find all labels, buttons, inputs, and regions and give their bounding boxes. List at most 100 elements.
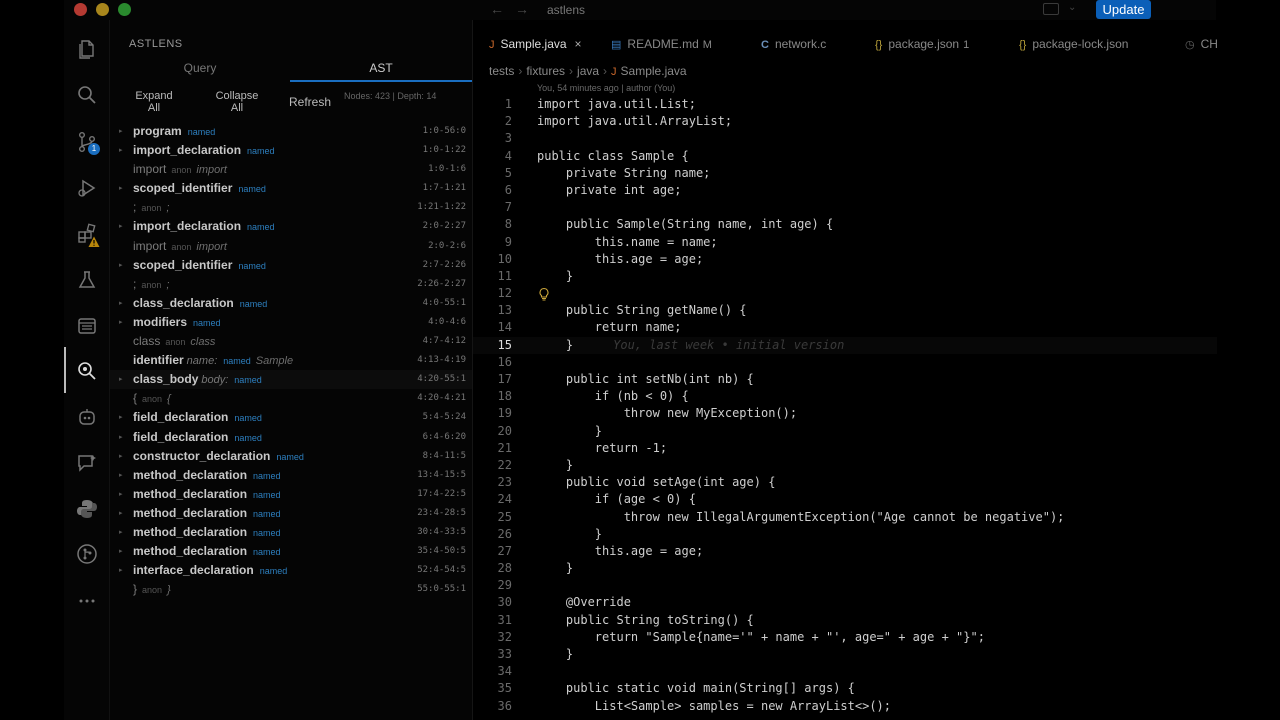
code-line[interactable]: 12 [473,285,1217,302]
code-line[interactable]: 5 private String name; [473,165,1217,182]
chevron-right-icon[interactable]: ▸ [119,542,123,561]
chevron-right-icon[interactable]: ▸ [119,408,123,427]
code-line[interactable]: 15 } You, last week • initial version [473,336,1217,354]
more-icon[interactable] [76,590,98,612]
ast-node-row[interactable]: ▸ field_declaration named 5:4-5:24 [110,408,472,427]
tab-package-json[interactable]: {} package.json 1 [875,32,969,56]
tab-readme[interactable]: ▤ README.md M [611,32,712,56]
git-graph-icon[interactable] [76,543,98,565]
code-line[interactable]: 17 public int setNb(int nb) { [473,371,1217,388]
code-line[interactable]: 8 public Sample(String name, int age) { [473,216,1217,233]
astlens-icon[interactable] [76,360,98,382]
code-area[interactable]: 1 import java.util.List; 2 import java.util… [473,96,1217,715]
chevron-right-icon[interactable]: ▸ [119,447,123,466]
ast-node-row[interactable]: ; anon; 1:21-1:22 [110,198,472,217]
ast-node-row[interactable]: ▸ modifiers named 4:0-4:6 [110,313,472,332]
code-line[interactable]: 16 [473,354,1217,371]
code-line[interactable]: 32 return "Sample{name='" + name + "', a… [473,629,1217,646]
chevron-right-icon[interactable]: ▸ [119,179,123,198]
chevron-right-icon[interactable]: ▸ [119,294,123,313]
chat-icon[interactable] [76,452,98,474]
code-line[interactable]: 7 [473,199,1217,216]
ast-node-row[interactable]: ▸ method_declaration named 35:4-50:5 [110,542,472,561]
breadcrumb-item[interactable]: fixtures [526,64,565,78]
window-title[interactable]: astlens [547,3,585,17]
ast-node-row[interactable]: import anon import 1:0-1:6 [110,160,472,179]
chevron-right-icon[interactable]: ▸ [119,466,123,485]
breadcrumb-item[interactable]: Sample.java [621,64,687,78]
blame-annotation[interactable]: You, 54 minutes ago | author (You) [537,83,675,93]
tab-sample-java[interactable]: J Sample.java × [489,32,582,56]
code-line[interactable]: 25 throw new IllegalArgumentException("A… [473,509,1217,526]
ast-node-row[interactable]: } anon} 55:0-55:1 [110,580,472,599]
lightbulb-icon[interactable] [537,287,551,301]
code-line[interactable]: 28 } [473,560,1217,577]
chevron-right-icon[interactable]: ▸ [119,141,123,160]
window-minimize-button[interactable] [96,3,109,16]
testing-flask-icon[interactable] [76,269,98,291]
code-line[interactable]: 22 } [473,457,1217,474]
python-icon[interactable] [76,498,98,520]
ast-node-row[interactable]: ▸ program named 1:0-56:0 [110,122,472,141]
ast-node-row[interactable]: ▸ class_declaration named 4:0-55:1 [110,294,472,313]
chevron-right-icon[interactable]: ▸ [119,313,123,332]
refresh-button[interactable]: Refresh [289,96,331,108]
chevron-right-icon[interactable]: ▸ [119,428,123,447]
code-line[interactable]: 1 import java.util.List; [473,96,1217,113]
chevron-right-icon[interactable]: ▸ [119,523,123,542]
code-line[interactable]: 19 throw new MyException(); [473,405,1217,422]
code-line[interactable]: 6 private int age; [473,182,1217,199]
ast-node-row[interactable]: ▸ interface_declaration named 52:4-54:5 [110,561,472,580]
window-maximize-button[interactable] [118,3,131,16]
code-line[interactable]: 10 this.age = age; [473,251,1217,268]
search-icon[interactable] [76,84,98,106]
breadcrumb-item[interactable]: java [577,64,599,78]
code-line[interactable]: 14 return name; [473,319,1217,336]
code-line[interactable]: 4 public class Sample { [473,148,1217,165]
ast-node-row[interactable]: ▸ import_declaration named 1:0-1:22 [110,141,472,160]
ast-node-row[interactable]: class anon class 4:7-4:12 [110,332,472,351]
tab-ast[interactable]: AST [290,58,472,82]
forward-arrow-icon[interactable]: → [515,1,529,17]
ast-node-row[interactable]: ▸ method_declaration named 13:4-15:5 [110,466,472,485]
remote-explorer-icon[interactable] [76,315,98,337]
code-line[interactable]: 30 @Override [473,594,1217,611]
chevron-right-icon[interactable]: ▸ [119,504,123,523]
tab-package-lock-json[interactable]: {} package-lock.json [1019,32,1128,56]
copilot-icon[interactable] [76,406,98,428]
code-line[interactable]: 26 } [473,526,1217,543]
ast-node-row[interactable]: import anon import 2:0-2:6 [110,237,472,256]
tab-network-c[interactable]: Cnetwork.c [761,32,826,56]
explorer-icon[interactable] [76,38,98,60]
code-line[interactable]: 3 [473,130,1217,147]
code-line[interactable]: 31 public String toString() { [473,612,1217,629]
ast-node-row[interactable]: ▸ method_declaration named 23:4-28:5 [110,504,472,523]
chevron-right-icon[interactable]: ▸ [119,217,123,236]
collapse-all-button[interactable]: Collapse All [210,90,264,114]
ast-node-row[interactable]: ▸ scoped_identifier named 1:7-1:21 [110,179,472,198]
ast-node-row[interactable]: {anon {4:20-4:21 [110,389,472,408]
breadcrumb-item[interactable]: tests [489,64,514,78]
code-line[interactable]: 9 this.name = name; [473,234,1217,251]
update-button[interactable]: Update [1096,0,1151,19]
code-line[interactable]: 18 if (nb < 0) { [473,388,1217,405]
tab-query[interactable]: Query [110,58,290,82]
code-line[interactable]: 20 } [473,423,1217,440]
ast-node-row[interactable]: ▸ import_declaration named 2:0-2:27 [110,217,472,236]
chevron-right-icon[interactable]: ▸ [119,561,123,580]
ast-node-row[interactable]: ▸ method_declaration named 17:4-22:5 [110,485,472,504]
chevron-right-icon[interactable]: ▸ [119,370,123,389]
expand-all-button[interactable]: Expand All [134,90,174,114]
code-line[interactable]: 21 return -1; [473,440,1217,457]
window-close-button[interactable] [74,3,87,16]
ast-node-row[interactable]: ▸ field_declaration named 6:4-6:20 [110,428,472,447]
code-line[interactable]: 36 List<Sample> samples = new ArrayList<… [473,698,1217,715]
chevron-right-icon[interactable]: ▸ [119,485,123,504]
tab-changelog[interactable]: ◷ CH [1185,32,1218,56]
close-icon[interactable]: × [575,37,582,51]
code-line[interactable]: 34 [473,663,1217,680]
run-debug-icon[interactable] [76,177,98,199]
chevron-right-icon[interactable]: ▸ [119,122,123,141]
code-line[interactable]: 2 import java.util.ArrayList; [473,113,1217,130]
layout-icon[interactable] [1043,3,1059,15]
